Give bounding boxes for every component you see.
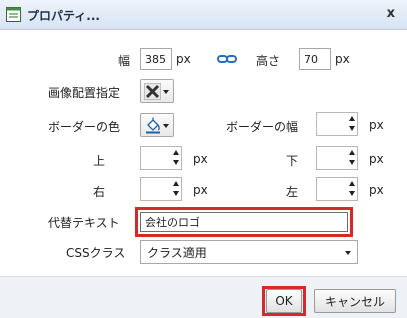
css-class-label: CSSクラス [66, 246, 126, 260]
right-label: 右 [93, 185, 106, 199]
spin-down-icon[interactable] [349, 160, 355, 165]
right-spinner[interactable] [140, 177, 182, 201]
cancel-button[interactable]: キャンセル [314, 289, 396, 313]
bottom-unit: px [369, 152, 384, 166]
border-width-unit: px [369, 118, 384, 132]
dialog-title: プロパティ... [27, 9, 100, 23]
bottom-spinner[interactable] [316, 146, 358, 170]
css-class-select[interactable]: クラス適用 [140, 240, 358, 264]
close-button[interactable]: x [387, 6, 395, 21]
paint-bucket-icon [146, 117, 160, 134]
properties-dialog: プロパティ... x 幅 px 高さ px 画像配置指定 ボーダーの色 [0, 0, 407, 318]
chevron-down-icon [163, 124, 169, 128]
align-picker[interactable] [140, 79, 174, 103]
spin-up-icon[interactable] [349, 116, 355, 121]
border-width-spinner[interactable] [316, 112, 358, 136]
spin-down-icon[interactable] [349, 191, 355, 196]
top-unit: px [193, 152, 208, 166]
dialog-body: 幅 px 高さ px 画像配置指定 ボーダーの色 [0, 30, 407, 276]
bottom-label: 下 [286, 154, 299, 168]
spin-up-icon[interactable] [173, 150, 179, 155]
top-spinner[interactable] [140, 146, 182, 170]
spin-up-icon[interactable] [349, 150, 355, 155]
top-label: 上 [93, 154, 106, 168]
alt-text-input[interactable] [140, 212, 348, 232]
left-label: 左 [286, 185, 299, 199]
width-input[interactable] [140, 48, 172, 70]
dialog-footer: OK キャンセル [0, 276, 407, 318]
border-color-picker[interactable] [140, 113, 174, 137]
align-label: 画像配置指定 [48, 86, 121, 100]
chevron-down-icon [345, 251, 351, 255]
left-spinner[interactable] [316, 177, 358, 201]
border-color-label: ボーダーの色 [48, 120, 121, 134]
spin-up-icon[interactable] [349, 181, 355, 186]
properties-icon [6, 7, 21, 22]
title-bar[interactable]: プロパティ... x [0, 0, 407, 30]
spin-down-icon[interactable] [349, 126, 355, 131]
right-unit: px [193, 183, 208, 197]
css-class-value: クラス適用 [147, 246, 207, 260]
ok-button[interactable]: OK [266, 289, 302, 313]
height-unit: px [335, 52, 350, 66]
spin-down-icon[interactable] [173, 191, 179, 196]
height-input[interactable] [299, 48, 331, 70]
height-label: 高さ [256, 54, 281, 68]
alt-text-label: 代替テキスト [48, 216, 120, 230]
border-width-label: ボーダーの幅 [226, 120, 299, 134]
no-align-icon [144, 83, 161, 100]
width-label: 幅 [118, 54, 131, 68]
spin-down-icon[interactable] [173, 160, 179, 165]
left-unit: px [369, 183, 384, 197]
spin-up-icon[interactable] [173, 181, 179, 186]
width-unit: px [176, 52, 191, 66]
chevron-down-icon [163, 90, 169, 94]
link-icon[interactable] [217, 54, 237, 64]
